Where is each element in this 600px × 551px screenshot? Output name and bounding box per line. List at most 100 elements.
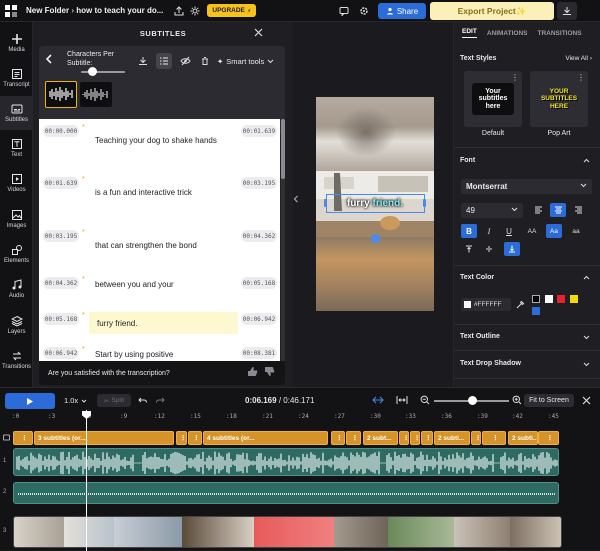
subtitle-clip[interactable]: ⋮ bbox=[471, 431, 481, 445]
align-right-button[interactable] bbox=[570, 203, 586, 217]
tab-edit[interactable]: EDIT bbox=[462, 28, 477, 38]
rotate-handle-icon[interactable] bbox=[371, 234, 380, 243]
sidebar-item-layers[interactable]: Layers bbox=[0, 308, 33, 342]
subtitle-clip[interactable]: 2 subti... bbox=[508, 431, 538, 445]
subtitle-text[interactable]: that can strengthen the bond bbox=[95, 241, 197, 250]
subtitle-clip[interactable]: ⋮ bbox=[538, 431, 559, 445]
subtitle-clip[interactable]: ⋮ bbox=[188, 431, 202, 445]
chevron-up-icon[interactable] bbox=[583, 275, 590, 280]
playback-speed-dropdown[interactable]: 1.0x bbox=[64, 396, 87, 405]
subtitle-start-time[interactable]: 00:05.168 bbox=[43, 313, 79, 325]
more-options-icon[interactable]: ⋮ bbox=[511, 73, 519, 82]
scrollbar-thumb[interactable] bbox=[281, 119, 285, 179]
collapse-panel-icon[interactable] bbox=[293, 195, 299, 203]
subtitle-clip[interactable]: ⋮ bbox=[410, 431, 420, 445]
delete-subtitles-button[interactable] bbox=[197, 53, 213, 69]
download-subtitles-button[interactable] bbox=[135, 53, 151, 69]
close-icon[interactable] bbox=[254, 28, 263, 37]
subtitle-clip[interactable]: 3 subtitles (or... bbox=[34, 431, 174, 445]
subtitle-text[interactable]: furry friend. bbox=[97, 319, 137, 328]
comments-icon[interactable] bbox=[336, 3, 352, 19]
upgrade-button[interactable]: UPGRADE ⚡ bbox=[207, 4, 257, 17]
list-view-button[interactable] bbox=[156, 53, 172, 69]
redo-icon[interactable] bbox=[156, 396, 165, 405]
subtitle-start-time[interactable]: 00:00.000 bbox=[43, 125, 79, 137]
zoom-slider-thumb[interactable] bbox=[468, 396, 477, 405]
valign-middle-button[interactable] bbox=[481, 242, 497, 256]
caption-overlay[interactable]: furry friend. bbox=[316, 198, 434, 209]
play-button[interactable] bbox=[5, 393, 55, 409]
chevron-down-icon[interactable] bbox=[583, 335, 590, 340]
back-arrow-icon[interactable] bbox=[45, 54, 53, 64]
subtitle-clip[interactable]: 2 subti... bbox=[434, 431, 470, 445]
subtitle-text[interactable]: Teaching your dog to shake hands bbox=[95, 136, 217, 145]
subtitle-clip[interactable]: ⋮ bbox=[399, 431, 409, 445]
subtitle-start-time[interactable]: 00:04.362 bbox=[43, 277, 79, 289]
subtitle-clip[interactable]: 2 subt... bbox=[363, 431, 398, 445]
undo-icon[interactable] bbox=[138, 396, 147, 405]
font-family-dropdown[interactable]: Montserrat bbox=[461, 179, 592, 194]
text-color-input[interactable]: #FFFFFF bbox=[461, 298, 511, 311]
fit-width-icon[interactable] bbox=[396, 395, 408, 405]
subtitle-end-time[interactable]: 00:05.168 bbox=[241, 277, 277, 289]
subtitle-clip[interactable]: ⋮ bbox=[176, 431, 187, 445]
underline-button[interactable]: U bbox=[501, 224, 517, 238]
sentence-case-button[interactable]: Aa bbox=[546, 224, 562, 238]
zoom-in-icon[interactable] bbox=[512, 395, 522, 405]
italic-button[interactable]: I bbox=[481, 224, 497, 238]
color-swatch-red[interactable] bbox=[557, 295, 565, 303]
align-center-button[interactable] bbox=[550, 203, 566, 217]
text-drop-shadow-heading[interactable]: Text Drop Shadow bbox=[460, 360, 521, 367]
sidebar-item-transitions[interactable]: Transitions bbox=[0, 343, 33, 377]
breadcrumb[interactable]: New Folder › how to teach your do... bbox=[26, 6, 163, 15]
project-name[interactable]: how to teach your do... bbox=[76, 6, 163, 15]
thumbs-up-icon[interactable] bbox=[247, 366, 258, 377]
uppercase-button[interactable]: AA bbox=[524, 224, 540, 238]
font-size-dropdown[interactable]: 49 bbox=[461, 203, 523, 218]
subtitle-text[interactable]: is a fun and interactive trick bbox=[95, 188, 192, 197]
subtitle-clip[interactable]: ⋮ bbox=[13, 431, 33, 445]
app-logo[interactable] bbox=[0, 0, 22, 22]
subtitle-list-scrollbar[interactable] bbox=[281, 119, 285, 362]
subtitle-start-time[interactable]: 00:01.639 bbox=[43, 177, 79, 189]
color-swatch-black[interactable] bbox=[532, 295, 540, 303]
sidebar-item-transcript[interactable]: Transcript bbox=[0, 61, 33, 95]
subtitle-text[interactable]: Start by using positive bbox=[95, 350, 173, 359]
sidebar-item-text[interactable]: Text bbox=[0, 131, 33, 165]
background-music-clip[interactable] bbox=[13, 482, 559, 504]
cps-slider-thumb[interactable] bbox=[88, 67, 97, 76]
playhead[interactable] bbox=[86, 410, 87, 551]
view-all-link[interactable]: View All › bbox=[565, 55, 592, 62]
subtitle-end-time[interactable]: 00:08.381 bbox=[241, 347, 277, 359]
sidebar-item-videos[interactable]: Videos bbox=[0, 166, 33, 200]
audio-clip[interactable] bbox=[13, 448, 559, 476]
subtitle-text[interactable]: between you and your bbox=[95, 280, 174, 289]
subtitle-clip[interactable]: ⋮ bbox=[331, 431, 345, 445]
color-swatch-yellow[interactable] bbox=[570, 295, 578, 303]
publish-icon[interactable] bbox=[171, 3, 187, 19]
snap-icon[interactable] bbox=[372, 395, 384, 405]
subtitle-end-time[interactable]: 00:01.639 bbox=[241, 125, 277, 137]
thumbs-down-icon[interactable] bbox=[264, 366, 275, 377]
more-options-icon[interactable]: ⋮ bbox=[577, 73, 585, 82]
hide-subtitles-button[interactable] bbox=[177, 53, 193, 69]
sidebar-item-images[interactable]: Images bbox=[0, 202, 33, 236]
video-preview[interactable]: furry friend. bbox=[316, 97, 434, 311]
lowercase-button[interactable]: aa bbox=[568, 224, 584, 238]
subtitle-clip[interactable]: ⋮ bbox=[482, 431, 506, 445]
bold-button[interactable]: B bbox=[461, 224, 477, 238]
tab-animations[interactable]: ANIMATIONS bbox=[487, 30, 528, 37]
breadcrumb-folder[interactable]: New Folder bbox=[26, 6, 69, 15]
style-card-pop-art[interactable]: YOUR SUBTITLES HERE ⋮ bbox=[530, 71, 588, 127]
fit-to-screen-button[interactable]: Fit to Screen bbox=[524, 394, 574, 407]
subtitle-clip[interactable]: ⋮ bbox=[346, 431, 361, 445]
sidebar-item-audio[interactable]: Audio bbox=[0, 272, 33, 306]
color-swatch-white[interactable] bbox=[545, 295, 553, 303]
share-button[interactable]: Share bbox=[378, 3, 426, 19]
subtitle-start-time[interactable]: 00:03.195 bbox=[43, 230, 79, 242]
smart-tools-dropdown[interactable]: ✦ Smart tools bbox=[217, 53, 274, 69]
sidebar-item-elements[interactable]: Elements bbox=[0, 237, 33, 271]
valign-top-button[interactable] bbox=[461, 242, 477, 256]
zoom-out-icon[interactable] bbox=[420, 395, 430, 405]
subtitle-end-time[interactable]: 00:06.942 bbox=[241, 313, 277, 325]
